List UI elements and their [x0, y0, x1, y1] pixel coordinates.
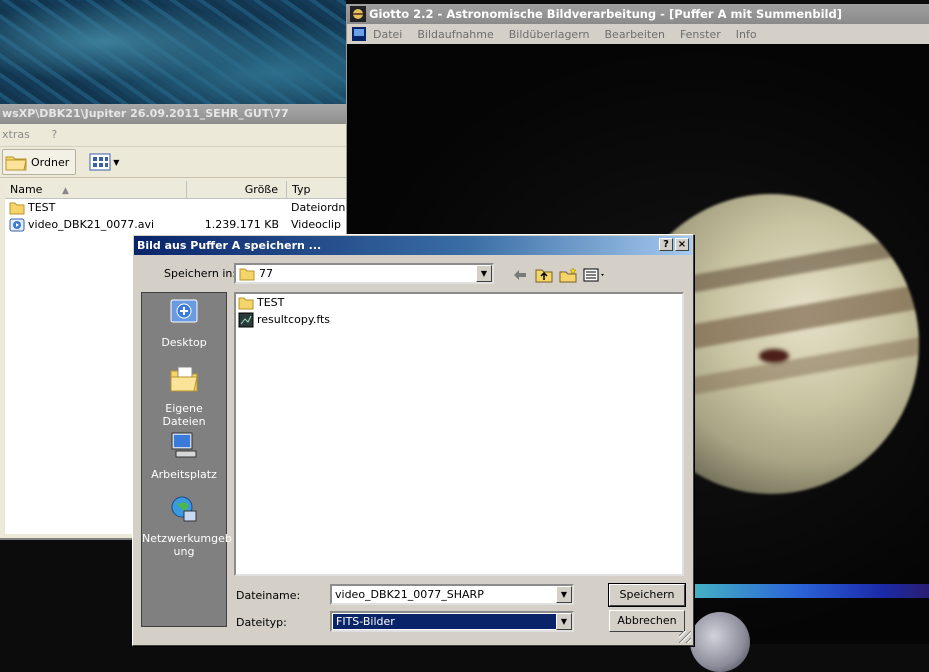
filetype-value: FITS-Bilder: [333, 614, 557, 629]
new-folder-icon[interactable]: [559, 266, 577, 284]
moon-image: [690, 612, 750, 672]
place-my-documents[interactable]: Eigene Dateien: [142, 363, 226, 428]
menu-fenster[interactable]: Fenster: [680, 28, 721, 41]
filename-label: Dateiname:: [236, 589, 301, 602]
menu-info[interactable]: Info: [736, 28, 757, 41]
folder-icon: [9, 202, 25, 214]
list-item[interactable]: resultcopy.fts: [236, 311, 682, 328]
folder-icon: [239, 268, 255, 280]
column-name[interactable]: Name ▲: [5, 181, 187, 198]
folders-button[interactable]: Ordner: [2, 149, 77, 175]
giotto-app-icon: [350, 6, 366, 22]
list-item[interactable]: TEST: [236, 294, 682, 311]
chevron-down-icon[interactable]: ▼: [476, 265, 492, 282]
cancel-button[interactable]: Abbrechen: [609, 610, 685, 632]
save-in-label: Speichern in:: [164, 267, 237, 280]
network-globe-icon: [171, 496, 197, 522]
explorer-title: wsXP\DBK21\Jupiter 26.09.2011_SEHR_GUT\7…: [0, 104, 346, 124]
dialog-file-list[interactable]: TEST resultcopy.fts: [234, 292, 684, 576]
giotto-title-bar: Giotto 2.2 - Astronomische Bildverarbeit…: [347, 4, 929, 24]
column-type[interactable]: Typ: [287, 181, 346, 198]
list-item[interactable]: TEST Dateiordner: [5, 199, 346, 216]
great-red-spot: [759, 349, 789, 363]
computer-icon: [171, 432, 197, 458]
resize-grip[interactable]: [679, 631, 691, 643]
place-desktop[interactable]: Desktop: [142, 297, 226, 349]
explorer-menubar: xtras ?: [0, 124, 346, 147]
save-dialog: Bild aus Puffer A speichern ... ? × Spei…: [132, 234, 694, 646]
views-icon: [89, 153, 111, 171]
chevron-down-icon[interactable]: ▼: [556, 586, 572, 603]
save-in-value: 77: [259, 267, 273, 280]
desktop-icon: [170, 299, 198, 323]
giotto-menubar: Datei Bildaufnahme Bildüberlagern Bearbe…: [347, 24, 929, 44]
filename-value: video_DBK21_0077_SHARP: [335, 588, 484, 601]
my-documents-icon: [170, 366, 198, 392]
explorer-toolbar: Ordner ▼: [0, 147, 346, 178]
back-arrow-icon[interactable]: [511, 266, 529, 284]
menu-bildaufnahme[interactable]: Bildaufnahme: [417, 28, 493, 41]
up-folder-icon[interactable]: [535, 266, 553, 284]
save-in-dropdown[interactable]: 77 ▼: [234, 263, 494, 284]
fits-file-icon: [238, 312, 254, 327]
menu-help[interactable]: ?: [51, 128, 57, 141]
menu-bearbeiten[interactable]: Bearbeiten: [605, 28, 665, 41]
views-button[interactable]: ▼: [86, 150, 122, 174]
folder-icon: [5, 156, 27, 171]
menu-bilduberlagern[interactable]: Bildüberlagern: [509, 28, 590, 41]
help-button[interactable]: ?: [659, 238, 673, 251]
close-button[interactable]: ×: [675, 238, 689, 251]
filename-input[interactable]: video_DBK21_0077_SHARP ▼: [330, 584, 574, 605]
dialog-title: Bild aus Puffer A speichern ...: [137, 239, 322, 252]
folder-icon: [238, 297, 254, 309]
explorer-column-headers: Name ▲ Größe Typ: [5, 181, 346, 199]
menu-extras[interactable]: xtras: [2, 128, 30, 141]
save-button[interactable]: Speichern: [608, 583, 686, 607]
place-my-computer[interactable]: Arbeitsplatz: [142, 429, 226, 481]
column-size[interactable]: Größe: [187, 181, 287, 198]
place-network[interactable]: Netzwerkumgeb ung: [142, 493, 232, 558]
chevron-down-icon: ▼: [113, 157, 120, 167]
menu-datei[interactable]: Datei: [373, 28, 402, 41]
filetype-dropdown[interactable]: FITS-Bilder ▼: [330, 611, 574, 632]
document-icon: [352, 27, 366, 41]
places-bar: Desktop Eigene Dateien Arbeitsplatz Netz…: [141, 292, 232, 627]
view-menu-icon[interactable]: [583, 266, 607, 284]
dialog-title-bar: Bild aus Puffer A speichern ... ? ×: [134, 236, 692, 255]
video-file-icon: [9, 218, 25, 231]
chevron-down-icon[interactable]: ▼: [556, 613, 572, 630]
dialog-toolbar: [511, 266, 607, 284]
giotto-title: Giotto 2.2 - Astronomische Bildverarbeit…: [369, 7, 842, 21]
filetype-label: Dateityp:: [236, 616, 287, 629]
desktop-wallpaper: [0, 0, 346, 104]
folders-label: Ordner: [31, 155, 70, 169]
list-item[interactable]: video_DBK21_0077.avi 1.239.171 KB Videoc…: [5, 216, 346, 233]
sort-up-icon: ▲: [61, 186, 69, 196]
